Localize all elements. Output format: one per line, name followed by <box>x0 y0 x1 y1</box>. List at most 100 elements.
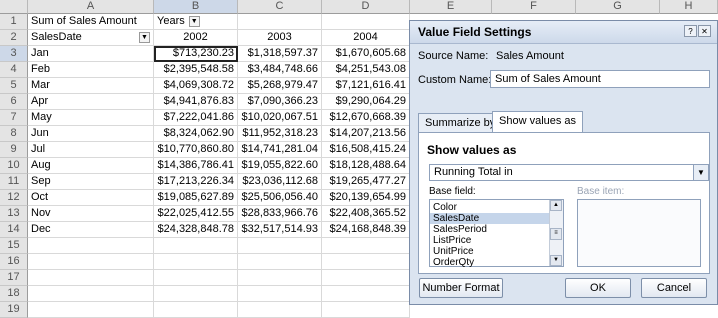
pivot-value-cell[interactable]: $8,324,062.90 <box>154 126 238 142</box>
pivot-value-cell[interactable]: $19,265,477.27 <box>322 174 410 190</box>
cell[interactable] <box>238 286 322 302</box>
cell[interactable] <box>28 238 154 254</box>
cell[interactable] <box>28 254 154 270</box>
cell[interactable] <box>322 270 410 286</box>
pivot-value-cell[interactable]: $25,506,056.40 <box>238 190 322 206</box>
base-field-item[interactable]: UnitPrice <box>430 246 563 257</box>
pivot-row-label[interactable]: Jan <box>28 46 154 62</box>
row-header[interactable]: 18 <box>0 286 28 302</box>
number-format-button[interactable]: Number Format <box>419 278 503 298</box>
cell[interactable] <box>28 286 154 302</box>
pivot-data-field-label[interactable]: Sum of Sales Amount <box>28 14 154 30</box>
row-header[interactable]: 14 <box>0 222 28 238</box>
column-header-e[interactable]: E <box>410 0 492 14</box>
custom-name-field[interactable]: Sum of Sales Amount <box>490 70 710 88</box>
base-field-item[interactable]: Color <box>430 202 563 213</box>
pivot-row-label[interactable]: Sep <box>28 174 154 190</box>
row-header[interactable]: 12 <box>0 190 28 206</box>
pivot-value-cell[interactable]: $24,168,848.39 <box>322 222 410 238</box>
column-header-c[interactable]: C <box>238 0 322 14</box>
chevron-down-icon[interactable]: ▼ <box>693 165 708 180</box>
pivot-value-cell[interactable]: $3,484,748.66 <box>238 62 322 78</box>
pivot-row-label[interactable]: Jun <box>28 126 154 142</box>
scroll-up-icon[interactable]: ▲ <box>550 200 562 211</box>
show-values-as-select[interactable]: Running Total in ▼ <box>429 164 709 181</box>
cell[interactable] <box>238 14 322 30</box>
cancel-button[interactable]: Cancel <box>641 278 707 298</box>
row-header[interactable]: 17 <box>0 270 28 286</box>
pivot-row-field[interactable]: SalesDate ▼ <box>28 30 154 46</box>
row-header[interactable]: 16 <box>0 254 28 270</box>
cell[interactable] <box>154 302 238 318</box>
cell[interactable] <box>322 302 410 318</box>
row-header[interactable]: 8 <box>0 126 28 142</box>
pivot-value-cell[interactable]: $14,741,281.04 <box>238 142 322 158</box>
pivot-year-header[interactable]: 2003 <box>238 30 322 46</box>
pivot-value-cell[interactable]: $4,251,543.08 <box>322 62 410 78</box>
base-field-scrollbar[interactable]: ▲ ≡ ▼ <box>549 200 563 266</box>
tab-summarize-by[interactable]: Summarize by <box>418 113 503 132</box>
row-header[interactable]: 13 <box>0 206 28 222</box>
pivot-value-cell[interactable]: $12,670,668.39 <box>322 110 410 126</box>
pivot-value-cell[interactable]: $14,207,213.56 <box>322 126 410 142</box>
pivot-value-cell[interactable]: $22,408,365.52 <box>322 206 410 222</box>
scroll-thumb[interactable]: ≡ <box>550 228 562 240</box>
pivot-row-label[interactable]: Dec <box>28 222 154 238</box>
row-header[interactable]: 19 <box>0 302 28 318</box>
cell[interactable] <box>322 254 410 270</box>
pivot-value-cell[interactable]: $4,069,308.72 <box>154 78 238 94</box>
cell[interactable] <box>154 286 238 302</box>
scroll-down-icon[interactable]: ▼ <box>550 255 562 266</box>
base-field-list[interactable]: Color SalesDate SalesPeriod ListPrice UnitPr… <box>429 199 564 268</box>
cell[interactable] <box>322 286 410 302</box>
pivot-value-cell[interactable]: $16,508,415.24 <box>322 142 410 158</box>
column-header-f[interactable]: F <box>492 0 576 14</box>
pivot-value-cell[interactable]: $10,020,067.51 <box>238 110 322 126</box>
pivot-value-cell[interactable]: $28,833,966.76 <box>238 206 322 222</box>
pivot-value-cell[interactable]: $24,328,848.78 <box>154 222 238 238</box>
close-icon[interactable]: ✕ <box>698 25 711 37</box>
base-field-item[interactable]: SalesDate <box>430 213 563 224</box>
ok-button[interactable]: OK <box>565 278 631 298</box>
pivot-value-cell[interactable]: $19,055,822.60 <box>238 158 322 174</box>
pivot-row-label[interactable]: Mar <box>28 78 154 94</box>
pivot-row-label[interactable]: Feb <box>28 62 154 78</box>
pivot-row-label[interactable]: Apr <box>28 94 154 110</box>
row-header[interactable]: 10 <box>0 158 28 174</box>
pivot-value-cell[interactable]: $1,318,597.37 <box>238 46 322 62</box>
pivot-value-cell[interactable]: $7,222,041.86 <box>154 110 238 126</box>
row-header[interactable]: 2 <box>0 30 28 46</box>
base-field-item[interactable]: ListPrice <box>430 235 563 246</box>
column-header-b[interactable]: B <box>154 0 238 14</box>
pivot-value-cell[interactable]: $7,090,366.23 <box>238 94 322 110</box>
pivot-value-cell[interactable]: $32,517,514.93 <box>238 222 322 238</box>
row-header[interactable]: 4 <box>0 62 28 78</box>
row-header[interactable]: 7 <box>0 110 28 126</box>
cell[interactable] <box>154 270 238 286</box>
pivot-row-label[interactable]: Oct <box>28 190 154 206</box>
pivot-value-cell[interactable]: $11,952,318.23 <box>238 126 322 142</box>
cell[interactable] <box>238 254 322 270</box>
pivot-value-cell[interactable]: $14,386,786.41 <box>154 158 238 174</box>
cell[interactable] <box>238 302 322 318</box>
base-field-item[interactable]: OrderQty <box>430 257 563 268</box>
pivot-value-cell[interactable]: $9,290,064.29 <box>322 94 410 110</box>
pivot-value-cell[interactable]: $713,230.23 <box>154 46 238 62</box>
row-header[interactable]: 3 <box>0 46 28 62</box>
filter-dropdown-icon[interactable]: ▼ <box>188 15 200 27</box>
pivot-value-cell[interactable]: $1,670,605.68 <box>322 46 410 62</box>
column-header-g[interactable]: G <box>576 0 660 14</box>
cell[interactable] <box>28 302 154 318</box>
filter-dropdown-icon[interactable]: ▼ <box>139 32 150 43</box>
pivot-year-header[interactable]: 2002 <box>154 30 238 46</box>
column-header-d[interactable]: D <box>322 0 410 14</box>
pivot-row-label[interactable]: Jul <box>28 142 154 158</box>
corner-cell[interactable] <box>0 0 28 14</box>
pivot-value-cell[interactable]: $18,128,488.64 <box>322 158 410 174</box>
cell[interactable] <box>322 238 410 254</box>
pivot-column-field[interactable]: Years ▼ <box>154 14 238 30</box>
pivot-value-cell[interactable]: $22,025,412.55 <box>154 206 238 222</box>
row-header[interactable]: 1 <box>0 14 28 30</box>
pivot-value-cell[interactable]: $20,139,654.99 <box>322 190 410 206</box>
cell[interactable] <box>322 14 410 30</box>
